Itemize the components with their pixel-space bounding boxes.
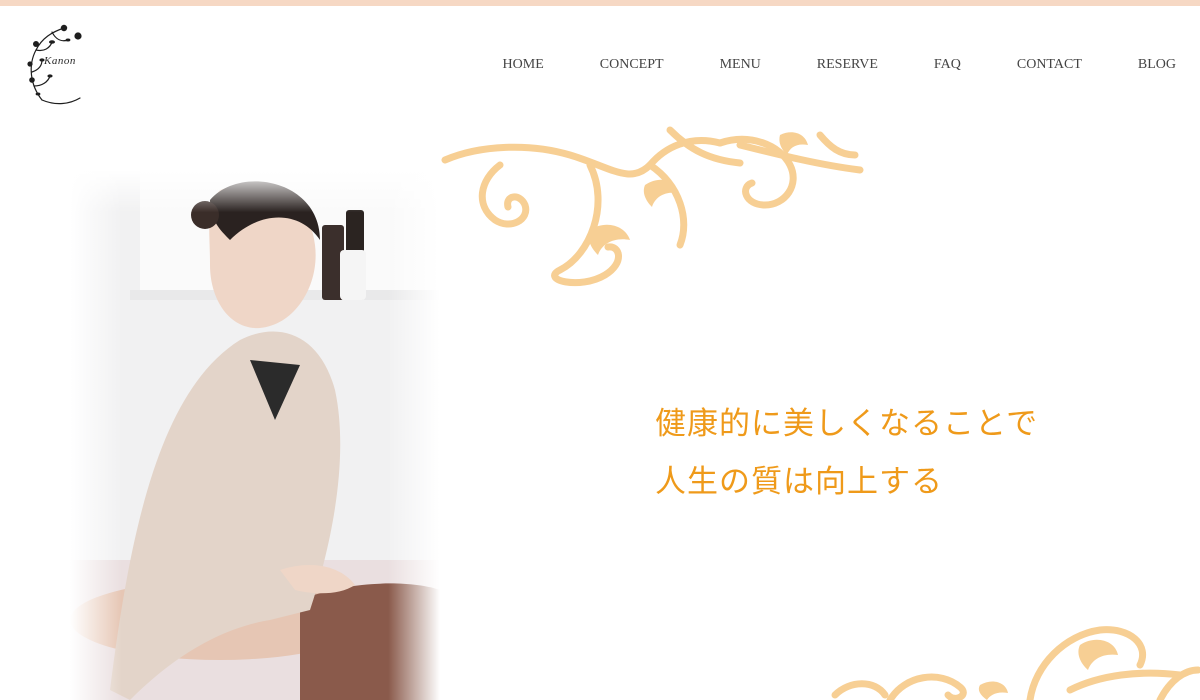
- headline-line-2: 人生の質は向上する: [655, 464, 943, 500]
- top-accent-bar: [0, 0, 1200, 6]
- nav-home[interactable]: HOME: [503, 55, 544, 75]
- nav-faq[interactable]: FAQ: [934, 55, 961, 75]
- headline-line-1: 健康的に美しくなることで: [655, 406, 1039, 442]
- nav-reserve[interactable]: RESERVE: [817, 55, 878, 75]
- top-scroll-ornament-icon: [441, 126, 864, 287]
- hero-photo: [70, 170, 440, 700]
- site-logo[interactable]: Kanon: [22, 20, 92, 108]
- nav-contact[interactable]: CONTACT: [1017, 55, 1082, 75]
- main-nav: HOME CONCEPT MENU RESERVE FAQ CONTACT BL…: [503, 55, 1176, 75]
- nav-concept[interactable]: CONCEPT: [600, 55, 664, 75]
- logo-text: Kanon: [44, 55, 76, 67]
- nav-menu[interactable]: MENU: [720, 55, 761, 75]
- nav-blog[interactable]: BLOG: [1138, 55, 1176, 75]
- massage-photo-illustration: [70, 170, 440, 700]
- bottom-scroll-ornament-icon: [831, 626, 1200, 700]
- hero-headline: 健康的に美しくなることで 人生の質は向上する: [655, 395, 1038, 511]
